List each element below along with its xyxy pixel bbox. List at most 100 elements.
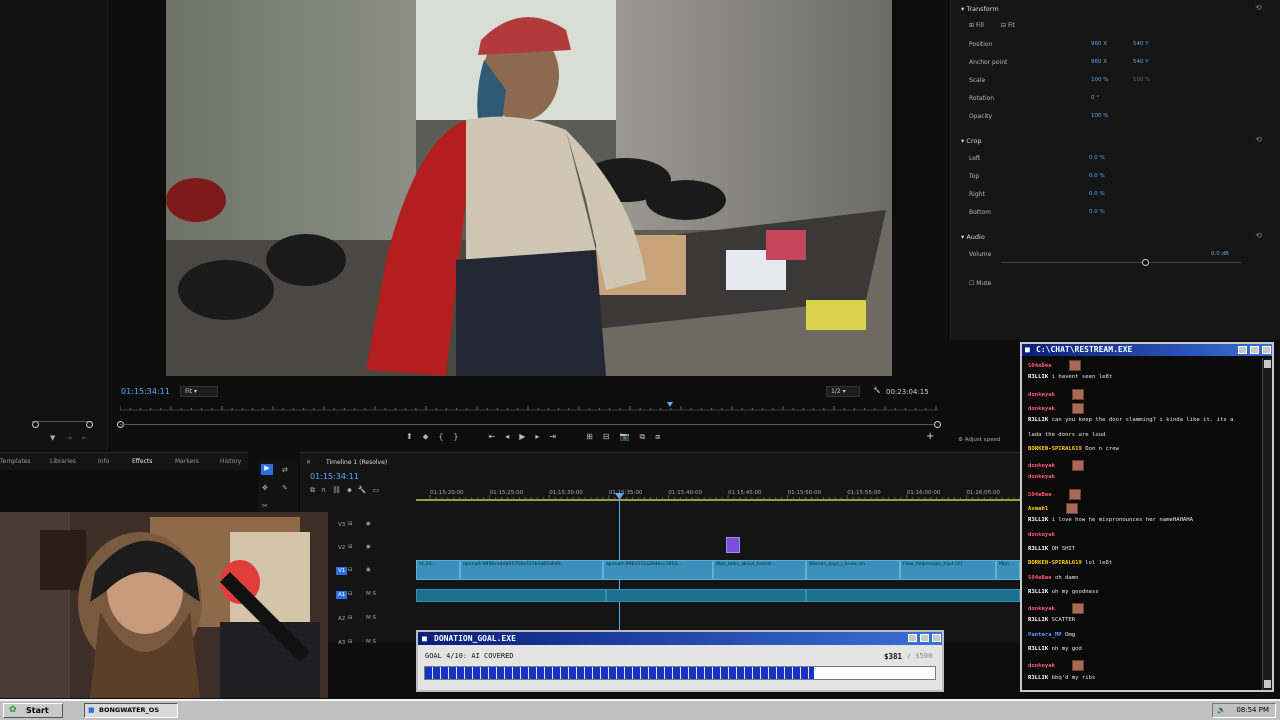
captions-icon[interactable]: ▭ xyxy=(373,486,380,495)
compare-icon[interactable]: ⧉ xyxy=(639,432,645,444)
chat-title-bar[interactable]: ■ C:\CHAT\RESTREAM.EXE xyxy=(1022,344,1272,356)
pen-tool-icon[interactable]: ✎ xyxy=(282,484,288,492)
go-to-out-icon[interactable]: ⇥ xyxy=(549,432,556,444)
chat-username[interactable]: donkeyak xyxy=(1028,474,1055,480)
chat-username[interactable]: S04eBee xyxy=(1028,575,1052,581)
sync-lock-icon[interactable]: ⊟ xyxy=(348,591,353,597)
reset-icon[interactable]: ⟲ xyxy=(1255,135,1262,144)
move-tool-icon[interactable]: ✥ xyxy=(262,484,268,492)
step-forward-icon[interactable]: ▸ xyxy=(535,432,539,444)
eye-icon[interactable]: ◉ xyxy=(366,521,371,527)
selection-tool-icon[interactable]: ▶ xyxy=(261,464,273,475)
crop-top-value[interactable]: 0.0 % xyxy=(1089,173,1105,179)
crop-left-value[interactable]: 0.0 % xyxy=(1089,155,1105,161)
eye-icon[interactable]: ◉ xyxy=(366,544,371,550)
track-header-a3[interactable]: A3 M S ⊟ xyxy=(332,637,416,657)
resolution-dropdown[interactable]: 1/2 ▾ xyxy=(826,386,860,397)
crop-section[interactable]: ▾ Crop xyxy=(961,137,982,145)
mute-checkbox[interactable]: ☐ Mute xyxy=(969,280,991,287)
track-header-a1[interactable]: A1 M S ⊟ xyxy=(332,589,416,609)
mute-solo-icon[interactable]: M S xyxy=(366,615,376,621)
chat-username[interactable]: donkeyak xyxy=(1028,392,1055,398)
transform-section[interactable]: ▾ Transform xyxy=(961,5,999,13)
add-marker-icon[interactable]: ⬥ xyxy=(347,486,352,495)
chat-username[interactable]: R3LLIK xyxy=(1028,675,1048,681)
monitor-timecode[interactable]: 01:15:34:11 xyxy=(121,387,170,396)
tab-markers[interactable]: Markers xyxy=(175,458,199,465)
insert-button-icon[interactable]: ⊞ xyxy=(586,432,593,444)
monitor-zoom-end-handle[interactable] xyxy=(934,421,941,428)
tab-history[interactable]: History xyxy=(220,458,241,465)
adjust-speed-button[interactable]: ⚙ Adjust speed xyxy=(958,437,1000,443)
tab-effects[interactable]: Effects xyxy=(132,458,152,465)
chat-username[interactable]: R3LLIK xyxy=(1028,417,1048,423)
chat-username[interactable]: BORKEN-SPIRAL619 xyxy=(1028,560,1082,566)
overwrite-icon[interactable]: ⇤ xyxy=(82,434,88,442)
opacity-value[interactable]: 100 % xyxy=(1091,113,1108,119)
linked-selection-icon[interactable]: ⛓ xyxy=(332,486,341,495)
position-y-value[interactable]: 540 Y xyxy=(1133,41,1149,47)
sync-lock-icon[interactable]: ⊟ xyxy=(348,639,353,645)
marker-icon[interactable]: ⬥ xyxy=(423,432,429,444)
volume-value[interactable]: 0.0 dB xyxy=(1211,251,1229,257)
mark-in-icon[interactable]: { xyxy=(438,432,443,444)
track-name[interactable]: V1 xyxy=(336,567,348,575)
monitor-playhead[interactable] xyxy=(667,402,673,407)
rotation-value[interactable]: 0 ° xyxy=(1091,95,1099,101)
chat-username[interactable]: Pantera_MP xyxy=(1028,632,1062,638)
close-icon[interactable]: ✕ xyxy=(306,459,311,466)
source-zoom-start-handle[interactable] xyxy=(32,421,39,428)
source-zoom-end-handle[interactable] xyxy=(86,421,93,428)
fit-option[interactable]: ⊟ Fit xyxy=(1001,22,1015,29)
chat-username[interactable]: R3LLIK xyxy=(1028,589,1048,595)
track-name[interactable]: A3 xyxy=(336,639,347,647)
clip-v1-4[interactable]: Man_talks_about_tunnel... xyxy=(713,560,806,580)
volume-slider-handle[interactable] xyxy=(1142,259,1149,266)
scroll-down-button[interactable] xyxy=(1264,680,1271,688)
step-back-icon[interactable]: ◂ xyxy=(505,432,509,444)
tab-libraries[interactable]: Libraries xyxy=(50,458,76,465)
minimize-button[interactable] xyxy=(1238,346,1247,354)
audio-clip-a1-2[interactable] xyxy=(606,589,806,602)
wrench-icon[interactable]: 🔧 xyxy=(873,387,880,394)
taskbar-item-bongwater[interactable]: ■ BONGWATER_OS xyxy=(84,703,178,718)
overwrite-button-icon[interactable]: ⊟ xyxy=(603,432,610,444)
chat-username[interactable]: Asmahl xyxy=(1028,506,1048,512)
sync-lock-icon[interactable]: ⊟ xyxy=(348,615,353,621)
clip-v1-3[interactable]: openart-998a572a364bcc2653... xyxy=(603,560,713,580)
clip-v1-5[interactable]: Woman_says_i_know_on... xyxy=(806,560,900,580)
sync-lock-icon[interactable]: ⊟ xyxy=(348,567,353,573)
track-header-v2[interactable]: V2 ◉ ⊟ xyxy=(332,542,416,562)
track-name[interactable]: A2 xyxy=(336,615,347,623)
timeline-timecode[interactable]: 01:15:34:11 xyxy=(310,472,359,481)
filter-icon[interactable]: ▼ xyxy=(50,434,55,442)
tab-info[interactable]: Info xyxy=(98,458,109,465)
track-select-tool-icon[interactable]: ⇄ xyxy=(282,466,288,474)
close-button[interactable] xyxy=(1262,346,1271,354)
sync-lock-icon[interactable]: ⊟ xyxy=(348,544,353,550)
maximize-button[interactable] xyxy=(1250,346,1259,354)
reset-icon[interactable]: ⟲ xyxy=(1255,3,1262,12)
chat-username[interactable]: BORKEN-SPIRAL619 xyxy=(1028,446,1082,452)
track-name[interactable]: V3 xyxy=(336,521,347,529)
start-button[interactable]: ✿ Start xyxy=(3,703,63,718)
clip-v1-1[interactable]: hf_20... xyxy=(416,560,460,580)
clip-v1-7[interactable]: Man... xyxy=(996,560,1020,580)
timeline-ruler[interactable]: 01:15:20:00 01:15:25:00 01:15:30:00 01:15:3… xyxy=(416,485,1020,501)
close-button[interactable] xyxy=(932,634,941,642)
chat-username[interactable]: R3LLIK xyxy=(1028,546,1048,552)
play-icon[interactable]: ▶ xyxy=(519,432,525,444)
mute-solo-icon[interactable]: M S xyxy=(366,639,376,645)
donation-title-bar[interactable]: DONATION_GOAL.EXE ■ xyxy=(418,632,942,645)
settings-wrench-icon[interactable]: 🔧 xyxy=(358,486,367,495)
go-to-in-icon[interactable]: ⇤ xyxy=(489,432,496,444)
fill-option[interactable]: ⊞ Fill xyxy=(969,22,984,29)
crop-bottom-value[interactable]: 0.0 % xyxy=(1089,209,1105,215)
timeline-tab[interactable]: Timeline 1 (Resolve) xyxy=(326,459,387,466)
fit-dropdown[interactable]: Fit ▾ xyxy=(180,386,218,397)
audio-clip-a1-1[interactable] xyxy=(416,589,606,602)
track-header-a2[interactable]: A2 M S ⊟ xyxy=(332,613,416,633)
scroll-up-button[interactable] xyxy=(1264,360,1271,368)
lift-icon[interactable]: ⬆ xyxy=(406,432,413,444)
speaker-icon[interactable]: 🔊 xyxy=(1217,704,1226,717)
